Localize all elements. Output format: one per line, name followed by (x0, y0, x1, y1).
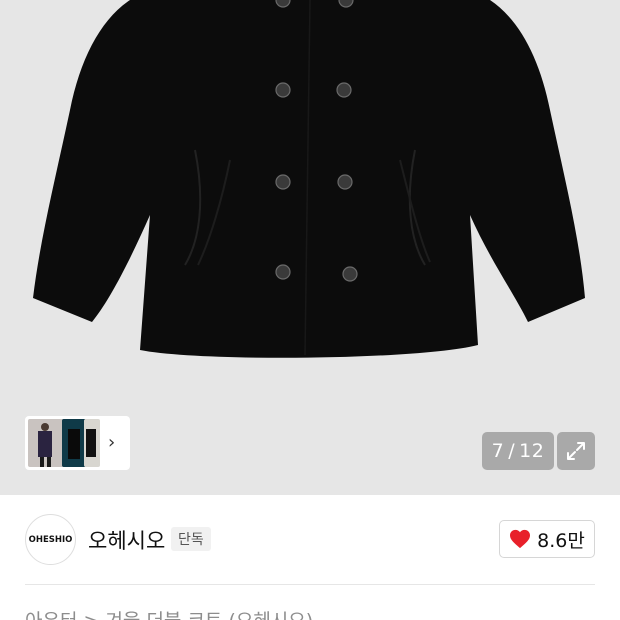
brand-name[interactable]: 오헤시오 (88, 525, 165, 555)
image-counter: 7 / 12 (482, 432, 554, 470)
brand-row: OHESHIO 오헤시오 단독 8.6만 (0, 495, 620, 585)
chevron-right-icon[interactable]: › (108, 434, 115, 452)
heart-icon (510, 529, 531, 549)
thumbnail-model-front[interactable] (28, 419, 64, 467)
divider (25, 584, 595, 585)
thumbnail-strip[interactable]: › (25, 416, 130, 470)
product-image-coat (33, 0, 585, 358)
fullscreen-button[interactable] (557, 432, 595, 470)
category-breadcrumb[interactable]: 아우터 > 겨울 더블 코트 (오헤시오) (25, 606, 313, 620)
expand-icon (567, 442, 585, 460)
image-counter-separator: / (508, 440, 516, 462)
thumbnail-model-side[interactable] (84, 419, 100, 467)
thumbnail-model-dark[interactable] (62, 419, 86, 467)
image-counter-total: 12 (519, 440, 545, 462)
like-button[interactable]: 8.6만 (499, 520, 595, 558)
like-count: 8.6만 (537, 529, 585, 552)
image-counter-current: 7 (491, 440, 505, 462)
brand-logo-text: OHESHIO (28, 534, 73, 545)
product-image-gallery[interactable]: › 7 / 12 (0, 0, 620, 495)
brand-logo[interactable]: OHESHIO (25, 514, 76, 565)
exclusive-badge: 단독 (171, 527, 211, 551)
